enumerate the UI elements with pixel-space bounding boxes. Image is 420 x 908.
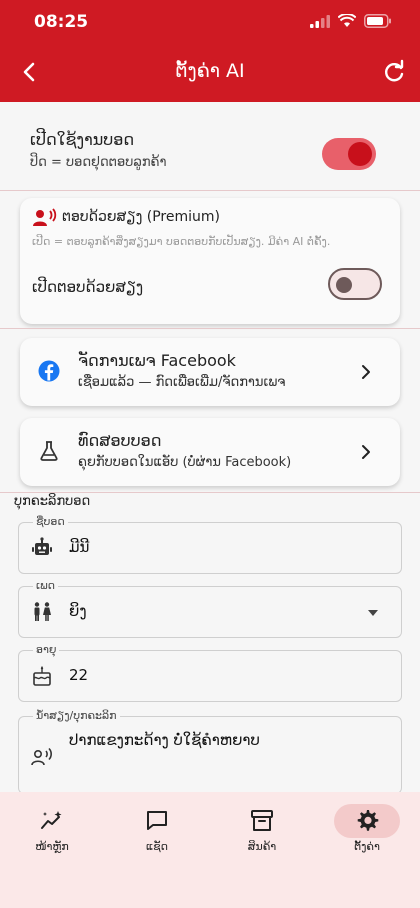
age-label: ອາຍຸ — [33, 643, 60, 656]
settings-content[interactable]: ເປີດໃຊ້ງານບອດ ປິດ = ບອດຢຸດຕອບລູກຄ້າ ຕອບດ… — [0, 102, 420, 792]
toggle-knob — [336, 277, 352, 293]
voice-reply-toggle-label: ເປີດຕອບດ້ວຍສຽງ — [32, 278, 144, 296]
facebook-pages-subtitle: ເຊື່ອມແລ້ວ — ກົດເພື່ອເພີ່ມ/ຈັດການເພຈ — [78, 375, 286, 390]
voice-reply-subtitle: ເປີດ = ຕອບລູກຄ້າສິ່ງສຽງມາ ບອດຕອບກັບເປັນສ… — [32, 235, 331, 248]
flask-icon — [40, 441, 58, 461]
sparkle-chart-icon — [41, 811, 62, 829]
dropdown-arrow-icon — [368, 610, 378, 616]
robot-icon — [32, 537, 52, 555]
page-title: ຕັ້ງຄ່າ AI — [175, 60, 245, 82]
facebook-pages-title: ຈັດການເພຈ Facebook — [78, 351, 236, 370]
tab-settings[interactable]: ຕັ້ງຄ່າ — [334, 804, 400, 853]
record-voice-icon — [31, 747, 52, 766]
voice-reply-title: ຕອບດ້ວຍສຽງ (Premium) — [62, 209, 220, 225]
tab-products-label: ສິນຄ້າ — [247, 840, 277, 853]
tab-chat[interactable]: ແຊັດ — [117, 808, 197, 853]
voice-reply-card: ຕອບດ້ວຍສຽງ (Premium) ເປີດ = ຕອບລູກຄ້າສິ່… — [20, 198, 400, 324]
cake-icon — [33, 666, 51, 686]
chat-bubble-icon — [147, 811, 167, 830]
facebook-icon — [38, 360, 60, 382]
tab-chat-label: ແຊັດ — [145, 840, 169, 853]
test-bot-title: ທົດສອບບອດ — [78, 431, 162, 450]
divider — [0, 190, 420, 191]
personality-section-label: ບຸກຄະລິກບອດ — [14, 494, 91, 509]
system-indicators — [310, 14, 392, 28]
bottom-navigation: ໜ້າຫຼັກ ແຊັດ ສິນຄ້າ ຕັ້ງຄ່າ — [0, 792, 420, 908]
tab-home-label: ໜ້າຫຼັກ — [35, 840, 69, 853]
chevron-right-icon — [362, 365, 370, 379]
gender-value: ຍິງ — [69, 602, 87, 620]
wifi-icon — [338, 14, 356, 27]
bot-name-label: ຊື່ບອດ — [33, 515, 68, 528]
bot-name-field[interactable]: ຊື່ບອດ ມີນີ — [18, 515, 402, 574]
wc-people-icon — [34, 602, 51, 621]
tone-personality-label: ນ້ຳສຽງ/ບຸກຄະລິກ — [33, 709, 120, 722]
bot-name-value: ມີນີ — [69, 538, 90, 556]
speaking-person-icon — [33, 208, 57, 226]
status-bar: 08:25 — [0, 0, 420, 44]
test-bot-subtitle: ຄຸຍກັບບອດໃນແອັບ (ບໍ່ຜ່ານ Facebook) — [78, 455, 292, 470]
gender-label: ເພດ — [33, 579, 59, 592]
voice-reply-toggle[interactable] — [328, 268, 382, 300]
tab-settings-label: ຕັ້ງຄ່າ — [354, 840, 380, 853]
test-bot-card[interactable]: ທົດສອບບອດ ຄຸຍກັບບອດໃນແອັບ (ບໍ່ຜ່ານ Faceb… — [20, 418, 400, 486]
tab-products[interactable]: ສິນຄ້າ — [222, 808, 302, 853]
divider — [0, 492, 420, 493]
refresh-icon[interactable] — [380, 58, 408, 86]
chevron-right-icon — [362, 445, 370, 459]
gear-icon — [357, 810, 379, 831]
tone-personality-value: ປາກແຂງກະດ້າງ ບໍ່ໃຊ້ຄຳຫຍາບ — [69, 731, 260, 749]
gender-select[interactable]: ເພດ ຍິງ — [18, 579, 402, 638]
signal-icon — [310, 15, 330, 28]
toggle-knob — [348, 142, 372, 166]
age-field[interactable]: ອາຍຸ 22 — [18, 643, 402, 702]
facebook-pages-card[interactable]: ຈັດການເພຈ Facebook ເຊື່ອມແລ້ວ — ກົດເພື່ອ… — [20, 338, 400, 406]
app-bar: ຕັ້ງຄ່າ AI — [0, 44, 420, 102]
divider — [0, 328, 420, 329]
bot-enable-toggle[interactable] — [322, 138, 376, 170]
age-value: 22 — [69, 666, 89, 684]
status-time: 08:25 — [34, 12, 89, 32]
archive-box-icon — [251, 810, 273, 831]
tone-personality-field[interactable]: ນ້ຳສຽງ/ບຸກຄະລິກ ປາກແຂງກະດ້າງ ບໍ່ໃຊ້ຄຳຫຍາ… — [18, 709, 402, 792]
tab-home[interactable]: ໜ້າຫຼັກ — [12, 808, 92, 853]
battery-icon — [364, 14, 391, 28]
